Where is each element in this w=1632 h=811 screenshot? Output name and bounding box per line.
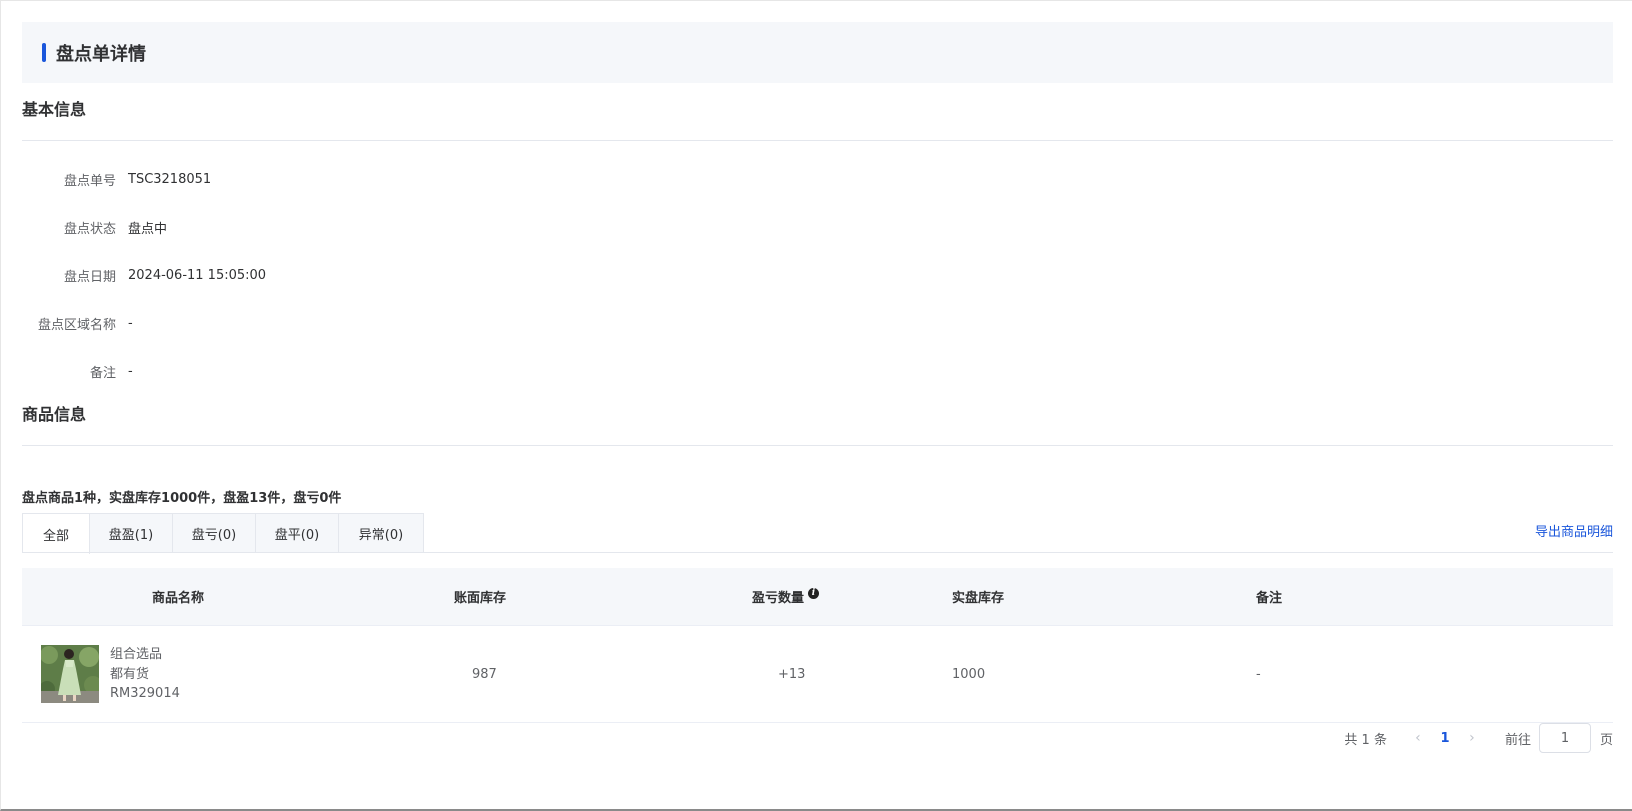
page-container: 盘点单详情 基本信息 盘点单号 TSC3218051 盘点状态 盘点中 盘点日期… — [22, 22, 1613, 753]
goods-summary: 盘点商品1种，实盘库存1000件，盘盈13件，盘亏0件 — [22, 491, 342, 506]
prev-page-button[interactable]: ‹ — [1409, 730, 1427, 746]
cell-remark: - — [1256, 666, 1261, 682]
field-value: 盘点中 — [128, 221, 168, 237]
basic-info-title: 基本信息 — [22, 100, 87, 119]
page-number-current[interactable]: 1 — [1427, 731, 1463, 746]
goto-page-input[interactable] — [1538, 723, 1591, 753]
next-page-button[interactable]: › — [1463, 730, 1481, 746]
product-code: RM329014 — [110, 686, 180, 701]
filter-tabs: 全部 盘盈(1) 盘亏(0) 盘平(0) 异常(0) — [22, 513, 424, 554]
pagination-total: 共 1 条 — [1344, 732, 1387, 748]
title-accent-bar — [42, 43, 46, 62]
field-value: - — [128, 363, 133, 379]
field-label: 盘点状态 — [63, 221, 116, 237]
column-header-name: 商品名称 — [152, 591, 205, 606]
table-header: 商品名称 账面库存 盈亏数量 i 实盘库存 备注 — [22, 568, 1613, 626]
page-title: 盘点单详情 — [56, 43, 146, 65]
tabs-divider — [22, 552, 1613, 553]
field-value: TSC3218051 — [128, 171, 212, 187]
field-label: 盘点区域名称 — [37, 317, 116, 333]
tab-abnormal[interactable]: 异常(0) — [339, 514, 423, 553]
field-stocktake-date: 盘点日期 2024-06-11 15:05:00 — [22, 265, 266, 285]
field-label: 盘点单号 — [63, 173, 116, 189]
goods-table: 商品名称 账面库存 盈亏数量 i 实盘库存 备注 组合选品 都有货 RM3290… — [22, 568, 1613, 723]
field-remark: 备注 - — [22, 361, 133, 381]
product-tag: 都有货 — [110, 666, 150, 682]
product-thumbnail — [41, 645, 99, 703]
column-header-remark: 备注 — [1256, 591, 1283, 606]
basic-info-divider — [22, 140, 1613, 141]
column-header-actual-stock: 实盘库存 — [952, 591, 1005, 606]
product-name: 组合选品 — [110, 647, 163, 662]
field-stocktake-status: 盘点状态 盘点中 — [22, 217, 167, 237]
goto-label: 前往 — [1504, 732, 1531, 748]
tab-loss[interactable]: 盘亏(0) — [173, 514, 256, 553]
field-stocktake-no: 盘点单号 TSC3218051 — [22, 169, 211, 189]
field-value: - — [128, 315, 133, 331]
product-image — [41, 645, 99, 703]
tab-all[interactable]: 全部 — [23, 514, 90, 554]
field-value: 2024-06-11 15:05:00 — [128, 267, 267, 283]
goods-info-title: 商品信息 — [22, 405, 87, 424]
page-header: 盘点单详情 — [22, 22, 1613, 83]
cell-actual-stock: 1000 — [952, 666, 986, 682]
goods-info-divider — [22, 445, 1613, 446]
cell-diff: +13 — [778, 666, 806, 682]
page-unit-label: 页 — [1599, 732, 1613, 748]
product-info: 组合选品 都有货 RM329014 — [110, 645, 180, 704]
tab-balanced[interactable]: 盘平(0) — [256, 514, 339, 553]
column-header-diff: 盈亏数量 i — [752, 568, 820, 625]
export-goods-detail-link[interactable]: 导出商品明细 — [1535, 521, 1613, 540]
pagination: 共 1 条 ‹ 1 › 前往 页 — [1344, 722, 1613, 754]
column-header-diff-label: 盈亏数量 — [752, 591, 805, 606]
field-label: 备注 — [89, 365, 116, 381]
field-stocktake-area: 盘点区域名称 - — [22, 313, 133, 333]
field-label: 盘点日期 — [63, 269, 116, 285]
column-header-book-stock: 账面库存 — [454, 591, 507, 606]
cell-book-stock: 987 — [472, 666, 497, 682]
tab-surplus[interactable]: 盘盈(1) — [90, 514, 173, 553]
table-row: 组合选品 都有货 RM329014 987 +13 1000 - — [22, 626, 1613, 723]
info-icon[interactable]: i — [808, 588, 820, 599]
